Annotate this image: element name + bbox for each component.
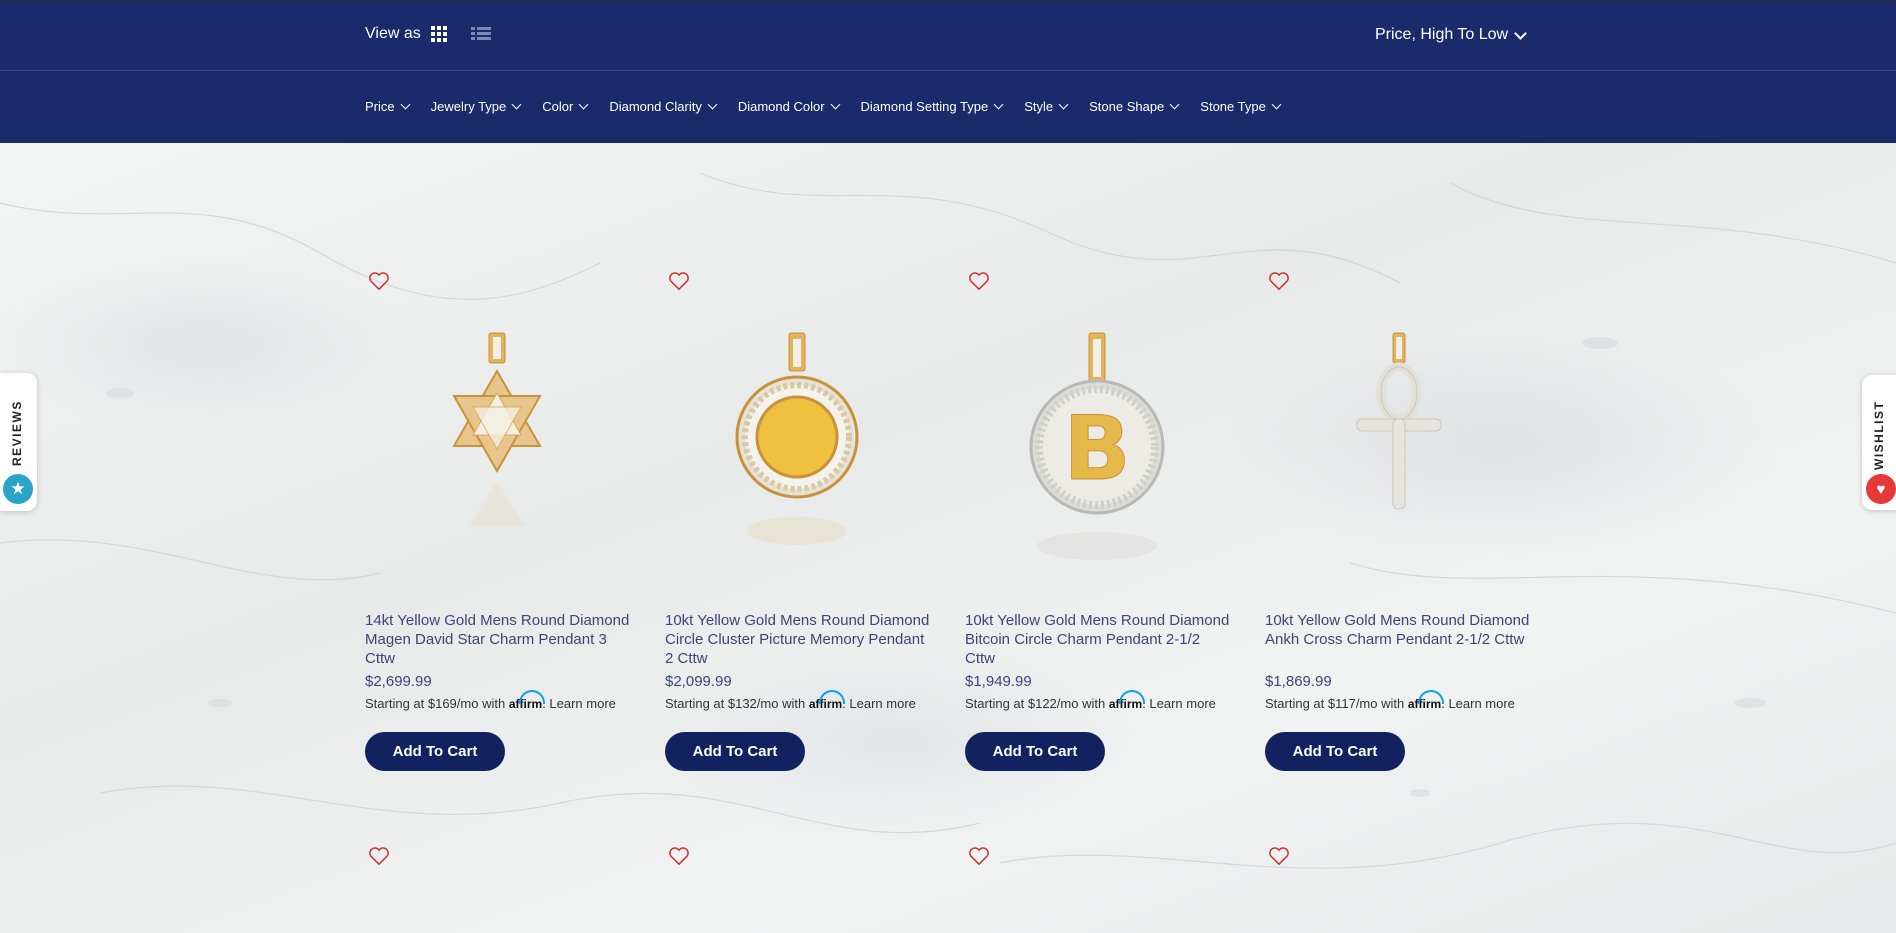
product-name[interactable]: 10kt Yellow Gold Mens Round Diamond Circ… — [665, 611, 930, 668]
product-card: 14kt Yellow Gold Mens Round Diamond Mage… — [365, 271, 630, 776]
star-icon: ★ — [3, 474, 33, 504]
filter-bar: Price Jewelry Type Color Diamond Clarity… — [0, 71, 1896, 143]
affirm-text: Starting at $132/mo with — [665, 696, 806, 711]
wishlist-heart-icon[interactable] — [1268, 846, 1290, 866]
wishlist-tab[interactable]: WISHLIST ♥ — [1862, 375, 1896, 510]
product-name[interactable]: 10kt Yellow Gold Mens Round Diamond Bitc… — [965, 611, 1230, 668]
chevron-down-icon — [1271, 99, 1282, 110]
chevron-down-icon — [993, 99, 1004, 110]
filter-color[interactable]: Color — [542, 99, 589, 114]
learn-more-link[interactable]: Learn more — [1149, 696, 1215, 711]
wishlist-heart-icon[interactable] — [368, 271, 390, 291]
product-price: $1,949.99 — [965, 673, 1032, 690]
chevron-down-icon — [511, 99, 522, 110]
chevron-down-icon — [707, 99, 718, 110]
filter-stone-shape[interactable]: Stone Shape — [1089, 99, 1180, 114]
affirm-financing: Starting at $117/mo with affirm. Learn m… — [1265, 696, 1515, 711]
filter-diamond-setting-type[interactable]: Diamond Setting Type — [860, 99, 1004, 114]
chevron-down-icon — [1169, 99, 1180, 110]
filter-label: Diamond Clarity — [609, 99, 702, 114]
affirm-text: Starting at $117/mo with — [1265, 696, 1405, 711]
reviews-tab[interactable]: REVIEWS ★ — [0, 373, 37, 511]
add-to-cart-button[interactable]: Add To Cart — [965, 732, 1105, 771]
product-card: 10kt Yellow Gold Mens Round Diamond Circ… — [665, 271, 930, 776]
wishlist-heart-icon[interactable] — [968, 271, 990, 291]
filter-diamond-clarity[interactable]: Diamond Clarity — [609, 99, 718, 114]
filter-label: Color — [542, 99, 574, 114]
wishlist-heart-icon[interactable] — [368, 846, 390, 866]
product-price: $2,099.99 — [665, 673, 732, 690]
product-name[interactable]: 10kt Yellow Gold Mens Round Diamond Ankh… — [1265, 611, 1530, 649]
wishlist-heart-icon[interactable] — [668, 846, 690, 866]
wishlist-heart-icon[interactable] — [968, 846, 990, 866]
star-of-david-pendant-image[interactable] — [365, 331, 630, 581]
filter-label: Diamond Color — [737, 99, 825, 114]
filter-label: Stone Type — [1200, 99, 1266, 114]
svg-text:B: B — [1063, 397, 1130, 500]
wishlist-heart-icon[interactable] — [668, 271, 690, 291]
filter-label: Stone Shape — [1089, 99, 1165, 114]
marble-veins — [0, 172, 1896, 869]
wishlist-tab-label: WISHLIST — [1872, 400, 1886, 471]
product-card: B 10kt Yellow Gold Mens Round Diamond Bi… — [965, 271, 1230, 776]
affirm-financing: Starting at $122/mo with affirm. Learn m… — [965, 696, 1216, 711]
sort-label: Price, High To Low — [1375, 26, 1509, 43]
product-price: $1,869.99 — [1265, 673, 1332, 690]
wishlist-heart-icon[interactable] — [1268, 271, 1290, 291]
chevron-down-icon — [1058, 99, 1069, 110]
product-card: 10kt Yellow Gold Mens Round Diamond Ankh… — [1265, 271, 1530, 776]
chevron-down-icon — [1514, 26, 1527, 40]
affirm-text: Starting at $169/mo with — [365, 696, 506, 711]
list-view-icon[interactable] — [470, 26, 491, 42]
affirm-logo: affirm — [508, 697, 543, 711]
product-name[interactable]: 14kt Yellow Gold Mens Round Diamond Mage… — [365, 611, 630, 668]
product-price: $2,699.99 — [365, 673, 432, 690]
learn-more-link[interactable]: Learn more — [549, 696, 615, 711]
chevron-down-icon — [400, 99, 411, 110]
learn-more-link[interactable]: Learn more — [1448, 696, 1514, 711]
chevron-down-icon — [830, 99, 840, 110]
affirm-text: Starting at $122/mo with — [965, 696, 1106, 711]
filter-price[interactable]: Price — [365, 99, 411, 114]
view-as-label: View as — [365, 25, 421, 42]
filter-label: Style — [1024, 99, 1054, 114]
reviews-tab-label: REVIEWS — [10, 400, 24, 466]
bitcoin-pendant-image[interactable]: B — [965, 331, 1230, 581]
filter-label: Diamond Setting Type — [860, 99, 989, 114]
filter-label: Jewelry Type — [430, 99, 507, 114]
add-to-cart-button[interactable]: Add To Cart — [1265, 732, 1405, 771]
filter-label: Price — [365, 99, 395, 114]
view-as: View as — [365, 25, 491, 43]
grid-view-icon[interactable] — [430, 26, 449, 42]
heart-icon: ♥ — [1866, 474, 1896, 504]
add-to-cart-button[interactable]: Add To Cart — [365, 732, 505, 771]
learn-more-link[interactable]: Learn more — [849, 696, 915, 711]
filter-jewelry-type[interactable]: Jewelry Type — [430, 99, 522, 114]
affirm-logo: affirm — [1108, 697, 1143, 711]
add-to-cart-button[interactable]: Add To Cart — [665, 732, 805, 771]
filter-diamond-color[interactable]: Diamond Color — [737, 99, 840, 114]
picture-memory-pendant-image[interactable] — [665, 331, 930, 581]
view-sort-bar: View as Price, High To Low — [0, 0, 1896, 71]
affirm-financing: Starting at $132/mo with affirm. Learn m… — [665, 696, 916, 711]
marble-background — [0, 143, 1896, 933]
affirm-logo: affirm — [1407, 697, 1442, 711]
ankh-cross-pendant-image[interactable] — [1265, 331, 1530, 581]
affirm-financing: Starting at $169/mo with affirm. Learn m… — [365, 696, 616, 711]
sort-dropdown[interactable]: Price, High To Low — [1375, 26, 1527, 44]
affirm-logo: affirm — [808, 697, 843, 711]
filter-style[interactable]: Style — [1024, 99, 1069, 114]
chevron-down-icon — [578, 99, 589, 110]
filter-stone-type[interactable]: Stone Type — [1200, 99, 1282, 114]
